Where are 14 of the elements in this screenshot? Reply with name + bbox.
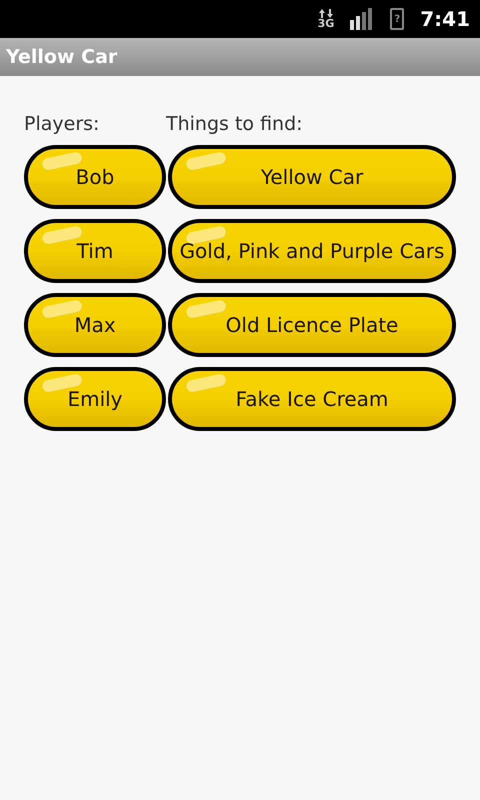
thing-button[interactable]: Old Licence Plate xyxy=(168,292,456,356)
clock: 7:41 xyxy=(420,6,470,33)
signal-icon xyxy=(350,8,374,30)
battery-icon: ? xyxy=(390,8,404,30)
thing-button[interactable]: Gold, Pink and Purple Cars xyxy=(168,218,456,282)
thing-button[interactable]: Yellow Car xyxy=(168,144,456,208)
window-title: Yellow Car xyxy=(6,44,118,70)
player-button[interactable]: Emily xyxy=(24,366,166,430)
player-button[interactable]: Tim xyxy=(24,218,166,282)
players-header: Players: xyxy=(24,112,100,137)
thing-button[interactable]: Fake Ice Cream xyxy=(168,366,456,430)
things-header: Things to find: xyxy=(166,112,303,137)
player-button[interactable]: Bob xyxy=(24,144,166,208)
player-button[interactable]: Max xyxy=(24,292,166,356)
